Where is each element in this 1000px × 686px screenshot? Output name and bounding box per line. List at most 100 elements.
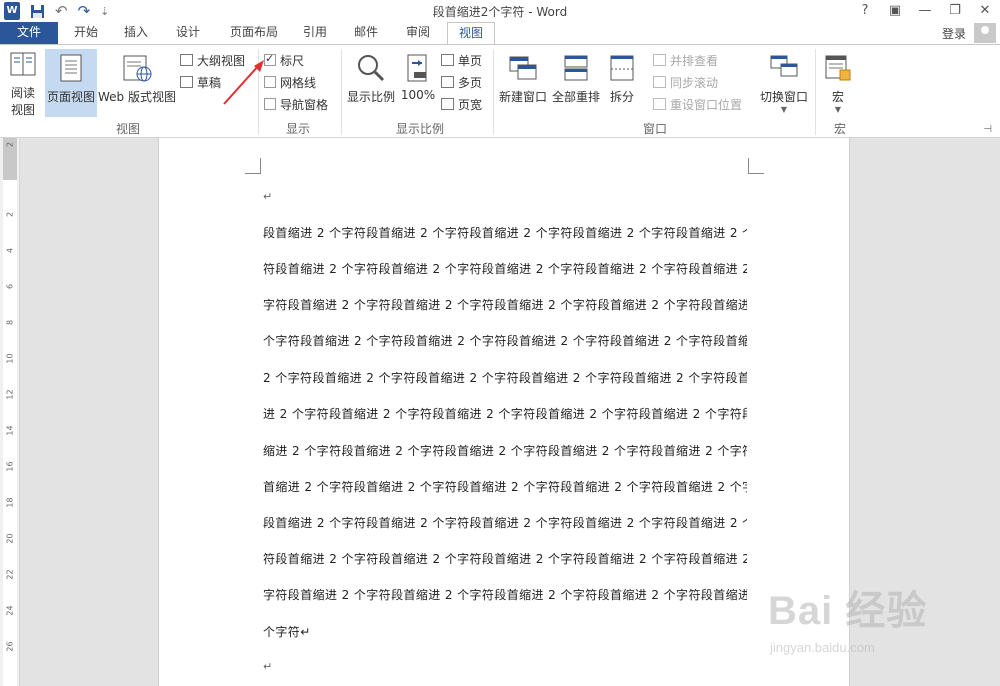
ruler-tick: 2 — [5, 211, 15, 218]
watermark-main: Bai 经验 — [768, 589, 928, 633]
print-layout-button[interactable]: 页面视图 — [45, 49, 97, 117]
tab-design[interactable]: 设计 — [172, 22, 204, 44]
tab-insert[interactable]: 插入 — [120, 22, 152, 44]
avatar[interactable] — [974, 23, 996, 43]
tab-view[interactable]: 视图 — [447, 22, 495, 45]
new-window-label: 新建窗口 — [498, 90, 547, 104]
paragraph-mark: ↵ — [263, 660, 273, 673]
one-page-icon — [441, 54, 454, 66]
zoom-button[interactable]: 显示比例 — [346, 49, 396, 105]
ribbon: 阅读 视图 页面视图 Web 版式视图 大纲视图 草稿 视图 标尺 网格线 导航… — [0, 44, 1000, 138]
view-side-by-side-button[interactable]: 并排查看 — [653, 50, 718, 70]
text-line[interactable]: 符段首缩进 2 个字符段首缩进 2 个字符段首缩进 2 个字符段首缩进 2 个字… — [263, 550, 747, 567]
minimize-icon[interactable]: — — [910, 0, 940, 20]
new-window-button[interactable]: 新建窗口 — [497, 49, 549, 105]
zoom-100-icon — [400, 53, 436, 86]
synchronous-scrolling-button[interactable]: 同步滚动 — [653, 72, 718, 92]
sign-in-link[interactable]: 登录 — [942, 25, 966, 42]
help-icon[interactable]: ? — [850, 0, 880, 20]
macros-button[interactable]: 宏 ▼ — [820, 49, 856, 114]
ruler-label: 标尺 — [280, 53, 305, 68]
print-layout-icon — [45, 53, 97, 86]
macros-label: 宏 — [831, 90, 844, 104]
text-line[interactable]: 字符段首缩进 2 个字符段首缩进 2 个字符段首缩进 2 个字符段首缩进 2 个… — [263, 586, 747, 603]
tab-references[interactable]: 引用 — [299, 22, 331, 44]
tab-home[interactable]: 开始 — [70, 22, 102, 44]
arrange-all-button[interactable]: 全部重排 — [551, 49, 601, 105]
read-mode-button[interactable]: 阅读 视图 — [4, 49, 42, 118]
web-layout-button[interactable]: Web 版式视图 — [98, 49, 176, 105]
zoom-100-button[interactable]: 100% — [400, 49, 436, 102]
split-button[interactable]: 拆分 — [605, 49, 639, 105]
ruler-tick: 12 — [5, 389, 15, 400]
window-controls: ? ▣ — ❐ ✕ — [850, 0, 1000, 20]
arrange-all-icon — [551, 53, 601, 86]
group-label-show: 显示 — [285, 122, 310, 136]
page-width-label: 页宽 — [458, 97, 483, 112]
group-label-views: 视图 — [115, 122, 140, 136]
text-line[interactable]: 2 个字符段首缩进 2 个字符段首缩进 2 个字符段首缩进 2 个字符段首缩进 … — [263, 369, 747, 386]
page-width-button[interactable]: 页宽 — [441, 94, 482, 114]
ruler-tick: 6 — [5, 283, 15, 290]
group-separator — [493, 49, 494, 135]
gridlines-checkbox[interactable]: 网格线 — [264, 72, 316, 92]
draft-icon — [180, 76, 193, 88]
text-line[interactable]: 个字符↵ — [263, 623, 747, 640]
draft-button[interactable]: 草稿 — [180, 72, 221, 92]
pin-ribbon-icon[interactable]: ⊣ — [983, 124, 992, 135]
close-icon[interactable]: ✕ — [970, 0, 1000, 20]
read-mode-label-2: 视图 — [10, 103, 35, 117]
margin-corner-mark — [748, 158, 764, 174]
side-by-side-label: 并排查看 — [670, 53, 719, 68]
new-window-icon — [497, 53, 549, 86]
read-mode-label-1: 阅读 — [10, 86, 35, 100]
text-line[interactable]: 进 2 个字符段首缩进 2 个字符段首缩进 2 个字符段首缩进 2 个字符段首缩… — [263, 405, 747, 422]
ribbon-display-options-icon[interactable]: ▣ — [880, 0, 910, 20]
text-line[interactable]: 符段首缩进 2 个字符段首缩进 2 个字符段首缩进 2 个字符段首缩进 2 个字… — [263, 260, 747, 277]
gridlines-label: 网格线 — [280, 75, 317, 90]
chevron-down-icon: ▼ — [780, 105, 788, 114]
text-line[interactable]: 段首缩进 2 个字符段首缩进 2 个字符段首缩进 2 个字符段首缩进 2 个字符… — [263, 224, 747, 241]
tab-mailings[interactable]: 邮件 — [350, 22, 382, 44]
ruler-tick: 22 — [5, 569, 15, 580]
side-by-side-icon — [653, 54, 666, 66]
title-bar: W ↶ ↷ ⇣ 段首缩进2个字符 - Word ? ▣ — ❐ ✕ — [0, 0, 1000, 22]
ruler-checkbox[interactable]: 标尺 — [264, 50, 304, 70]
switch-windows-label: 切换窗口 — [759, 90, 808, 104]
magnifier-icon — [346, 53, 396, 86]
text-line[interactable]: 首缩进 2 个字符段首缩进 2 个字符段首缩进 2 个字符段首缩进 2 个字符段… — [263, 478, 747, 495]
tab-file[interactable]: 文件 — [0, 22, 58, 44]
reset-position-icon — [653, 98, 666, 110]
web-layout-label: Web 版式视图 — [98, 90, 176, 104]
zoom-100-label: 100% — [400, 88, 436, 102]
one-page-button[interactable]: 单页 — [441, 50, 482, 70]
split-icon — [605, 53, 639, 86]
multiple-pages-label: 多页 — [458, 75, 483, 90]
ruler-tick: 20 — [5, 533, 15, 544]
group-label-window: 窗口 — [642, 122, 667, 136]
reset-window-position-button[interactable]: 重设窗口位置 — [653, 94, 742, 114]
group-label-macros: 宏 — [833, 122, 846, 136]
sync-scroll-label: 同步滚动 — [670, 75, 719, 90]
nav-pane-checkbox[interactable]: 导航窗格 — [264, 94, 328, 114]
one-page-label: 单页 — [458, 53, 483, 68]
tab-review[interactable]: 审阅 — [402, 22, 434, 44]
multiple-pages-button[interactable]: 多页 — [441, 72, 482, 92]
text-line[interactable]: 缩进 2 个字符段首缩进 2 个字符段首缩进 2 个字符段首缩进 2 个字符段首… — [263, 442, 747, 459]
ruler-tick: 10 — [5, 353, 15, 364]
read-mode-icon — [4, 49, 42, 82]
restore-icon[interactable]: ❐ — [940, 0, 970, 20]
zoom-label: 显示比例 — [346, 90, 395, 104]
text-line[interactable]: 字符段首缩进 2 个字符段首缩进 2 个字符段首缩进 2 个字符段首缩进 2 个… — [263, 296, 747, 313]
tab-page-layout[interactable]: 页面布局 — [226, 22, 282, 44]
baidu-jingyan-watermark: Bai 经验 jingyan.baidu.com — [768, 578, 988, 668]
document-page[interactable]: ↵ 段首缩进 2 个字符段首缩进 2 个字符段首缩进 2 个字符段首缩进 2 个… — [158, 138, 850, 686]
switch-windows-button[interactable]: 切换窗口 ▼ — [756, 49, 812, 114]
text-line[interactable]: 段首缩进 2 个字符段首缩进 2 个字符段首缩进 2 个字符段首缩进 2 个字符… — [263, 514, 747, 531]
ruler-tick: 16 — [5, 461, 15, 472]
page-width-icon — [441, 98, 454, 110]
outline-icon — [180, 54, 193, 66]
reset-position-label: 重设窗口位置 — [670, 97, 743, 112]
text-line[interactable]: 个字符段首缩进 2 个字符段首缩进 2 个字符段首缩进 2 个字符段首缩进 2 … — [263, 332, 747, 349]
vertical-ruler[interactable]: 2 2 4 6 8 10 12 14 16 18 20 22 24 26 — [0, 138, 20, 686]
